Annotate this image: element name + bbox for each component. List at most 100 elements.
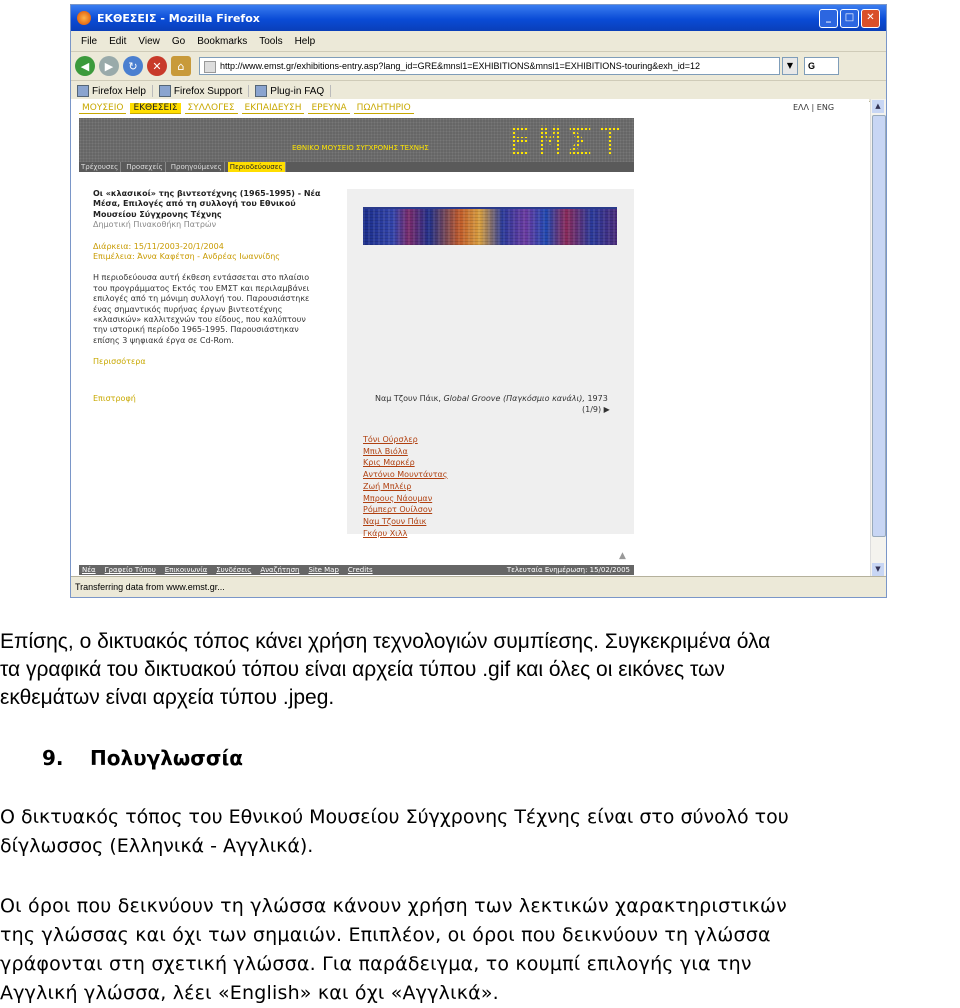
artist-link[interactable]: Γκάρυ Χιλλ — [363, 528, 448, 540]
bookmark-label: Firefox Help — [92, 85, 146, 97]
artist-link[interactable]: Αντόνιο Μουντάντας — [363, 469, 448, 481]
scroll-top-icon[interactable]: ▲ — [619, 551, 626, 561]
paragraph-line: γράφονται στη σχετική γλώσσα. Για παράδε… — [0, 953, 752, 975]
artist-link[interactable]: Ζωή Μπλέιρ — [363, 481, 448, 493]
artist-link[interactable]: Μπρους Νάουμαν — [363, 493, 448, 505]
scroll-up-icon[interactable]: ▲ — [872, 100, 884, 113]
scroll-down-icon[interactable]: ▼ — [872, 563, 884, 576]
bookmark-plugin-faq[interactable]: Plug-in FAQ — [255, 85, 332, 97]
paragraph-language-terms: Οι όροι που δεικνύουν τη γλώσσα κάνουν χ… — [0, 892, 960, 1008]
footer-contact[interactable]: Επικοινωνία — [162, 565, 210, 575]
url-text: http://www.emst.gr/exhibitions-entry.asp… — [220, 61, 701, 71]
back-arrow-icon[interactable]: ◀ — [75, 56, 95, 76]
last-update: Τελευταία Ενημέρωση: 15/02/2005 — [506, 566, 630, 574]
maximize-button[interactable]: □ — [840, 8, 859, 28]
subnav-touring[interactable]: Περιοδεύουσες — [227, 162, 286, 172]
artist-link[interactable]: Κρις Μαρκέρ — [363, 457, 448, 469]
caption-artist: Ναμ Τζουν Πάικ, — [375, 394, 441, 403]
artwork-image[interactable] — [363, 207, 617, 245]
footer-news[interactable]: Νέα — [79, 565, 99, 575]
window-title: ΕΚΘΕΣΕΙΣ - Mozilla Firefox — [97, 11, 260, 25]
bookmark-icon — [255, 85, 268, 97]
artist-link[interactable]: Τόνι Ούρσλερ — [363, 434, 448, 446]
paragraph-line: Αγγλική γλώσσα, λέει «English» και όχι «… — [0, 982, 499, 1004]
paragraph-line: της γλώσσας και όχι των σημαιών. Επιπλέο… — [0, 924, 771, 946]
menu-tools[interactable]: Tools — [253, 36, 288, 47]
scrollbar-thumb[interactable] — [872, 115, 886, 537]
page-icon — [204, 60, 216, 73]
paragraph-compression: Επίσης, ο δικτυακός τόπος κάνει χρήση τε… — [0, 628, 960, 712]
subnav-current[interactable]: Τρέχουσες — [79, 162, 122, 172]
exhibition-desc-line: του προγράμματος Εκτός του ΕΜΣΤ και περι… — [93, 283, 310, 293]
footer-press[interactable]: Γραφείο Τύπου — [102, 565, 159, 575]
paragraph-line: Οι όροι που δεικνύουν τη γλώσσα κάνουν χ… — [0, 895, 787, 917]
menu-bookmarks[interactable]: Bookmarks — [191, 36, 253, 47]
exhibition-desc-line: Η περιοδεύουσα αυτή έκθεση εντάσσεται στ… — [93, 273, 310, 283]
footer-search[interactable]: Αναζήτηση — [257, 565, 302, 575]
site-logo: ΕΜΣΤ — [507, 119, 628, 165]
menu-help[interactable]: Help — [289, 36, 322, 47]
image-counter[interactable]: (1/9) ▶ — [582, 405, 610, 414]
navigation-toolbar: ◀ ▶ ↻ ✕ ⌂ http://www.emst.gr/exhibitions… — [71, 52, 886, 81]
home-icon[interactable]: ⌂ — [171, 56, 191, 76]
menu-file[interactable]: File — [75, 36, 103, 47]
stop-icon[interactable]: ✕ — [147, 56, 167, 76]
artist-link[interactable]: Ναμ Τζουν Πάικ — [363, 516, 448, 528]
forward-arrow-icon[interactable]: ▶ — [99, 56, 119, 76]
nav-education[interactable]: ΕΚΠΑΙΔΕΥΣΗ — [241, 103, 305, 114]
subnav-upcoming[interactable]: Προσεχείς — [124, 162, 166, 172]
firefox-icon — [77, 11, 91, 25]
search-engine-icon[interactable]: G — [804, 57, 839, 75]
menu-bar: File Edit View Go Bookmarks Tools Help — [71, 31, 886, 52]
paragraph-line: Ο δικτυακός τόπος του Εθνικού Μουσείου Σ… — [0, 806, 789, 828]
exhibition-duration: Διάρκεια: 15/11/2003-20/1/2004 — [93, 241, 224, 251]
reload-icon[interactable]: ↻ — [123, 56, 143, 76]
nav-exhibitions[interactable]: ΕΚΘΕΣΕΙΣ — [130, 103, 181, 114]
footer-credits[interactable]: Credits — [345, 565, 376, 575]
footer-sitemap[interactable]: Site Map — [305, 565, 341, 575]
bookmark-label: Plug-in FAQ — [270, 85, 325, 97]
vertical-scrollbar[interactable]: ▲ ▼ — [870, 99, 886, 577]
paragraph-line: τα γραφικά του δικτυακού τόπου είναι αρχ… — [0, 658, 725, 681]
exhibition-title-line: Οι «κλασικοί» της βιντεοτέχνης (1965-199… — [93, 189, 321, 198]
bookmark-firefox-support[interactable]: Firefox Support — [158, 85, 250, 97]
paragraph-bilingual: Ο δικτυακός τόπος του Εθνικού Μουσείου Σ… — [0, 803, 960, 861]
bookmark-firefox-help[interactable]: Firefox Help — [77, 85, 153, 97]
footer-links[interactable]: Συνδέσεις — [213, 565, 254, 575]
site-subtitle: ΕΘΝΙΚΟ ΜΟΥΣΕΙΟ ΣΥΓΧΡΟΝΗΣ ΤΕΧΝΗΣ — [292, 144, 429, 152]
exhibition-desc-line: επιλογές από τη μόνιμη συλλογή του. Παρο… — [93, 294, 310, 304]
exhibition-desc-line: επίσης 3 ψηφιακά έργα σε Cd-Rom. — [93, 335, 234, 345]
exhibition-title-line: Μουσείου Σύγχρονης Τέχνης — [93, 209, 222, 219]
paragraph-line: δίγλωσσος (Ελληνικά - Αγγλικά). — [0, 835, 314, 857]
nav-collections[interactable]: ΣΥΛΛΟΓΕΣ — [184, 103, 238, 114]
title-bar: ΕΚΘΕΣΕΙΣ - Mozilla Firefox _ □ ✕ — [71, 5, 886, 31]
exhibition-desc-line: την ιστορική περίοδο 1965-1995. Παρουσιά… — [93, 325, 299, 335]
minimize-button[interactable]: _ — [819, 8, 838, 28]
exhibition-desc-line: ένας σημαντικός πυρήνας έργων βιντεοτέχν… — [93, 304, 283, 314]
dropdown-arrow-icon[interactable]: ▼ — [782, 57, 798, 75]
nav-research[interactable]: ΕΡΕΥΝΑ — [308, 103, 350, 114]
address-bar[interactable]: http://www.emst.gr/exhibitions-entry.asp… — [199, 57, 780, 75]
artwork-caption: Ναμ Τζουν Πάικ, Global Groove (Παγκόσμιο… — [375, 394, 608, 403]
menu-edit[interactable]: Edit — [103, 36, 132, 47]
artist-link[interactable]: Ρόμπερτ Ουίλσον — [363, 504, 448, 516]
section-number: 9. — [42, 746, 64, 770]
menu-go[interactable]: Go — [166, 36, 191, 47]
exhibition-curators: Επιμέλεια: Άννα Καφέτση - Ανδρέας Ιωαννί… — [93, 252, 280, 262]
site-top-nav: ΜΟΥΣΕΙΟ ΕΚΘΕΣΕΙΣ ΣΥΛΛΟΓΕΣ ΕΚΠΑΙΔΕΥΣΗ ΕΡΕ… — [79, 103, 634, 114]
subnav-past[interactable]: Προηγούμενες — [169, 162, 225, 172]
more-link[interactable]: Περισσότερα — [93, 357, 146, 366]
menu-view[interactable]: View — [132, 36, 166, 47]
bookmark-icon — [158, 85, 171, 97]
back-link[interactable]: Επιστροφή — [93, 394, 136, 403]
artist-link[interactable]: Μπιλ Βιόλα — [363, 446, 448, 458]
nav-museum[interactable]: ΜΟΥΣΕΙΟ — [79, 103, 127, 114]
close-button[interactable]: ✕ — [861, 8, 880, 28]
artist-list: Τόνι Ούρσλερ Μπιλ Βιόλα Κρις Μαρκέρ Αντό… — [363, 434, 448, 539]
nav-shop[interactable]: ΠΩΛΗΤΗΡΙΟ — [353, 103, 414, 114]
section-heading: 9. Πολυγλωσσία — [42, 746, 442, 770]
bookmark-label: Firefox Support — [173, 85, 243, 97]
section-title: Πολυγλωσσία — [90, 746, 243, 770]
language-switch[interactable]: ΕΛΛ | ENG — [793, 103, 834, 112]
exhibitions-sub-nav: Τρέχουσες Προσεχείς Προηγούμενες Περιοδε… — [79, 162, 634, 172]
